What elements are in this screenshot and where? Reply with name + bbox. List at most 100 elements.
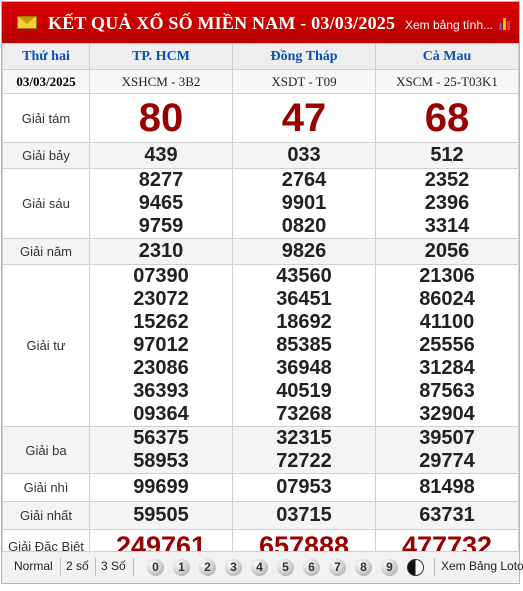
prize-number: 32904 xyxy=(419,403,475,425)
prize-row-8: Giải tám 80 47 68 xyxy=(2,93,519,143)
digit-5-button[interactable]: 5 xyxy=(277,559,294,576)
prize-number: 36948 xyxy=(276,357,332,379)
divider xyxy=(95,558,96,576)
page-title: KẾT QUẢ XỔ SỐ MIỀN NAM - 03/03/2025 xyxy=(48,13,396,33)
prize-number: 80 xyxy=(89,93,233,143)
mode-3-digit-button[interactable]: 3 Số xyxy=(101,559,126,573)
prize-number: 9759 xyxy=(138,215,184,237)
prize-number: 0820 xyxy=(281,215,327,237)
prize-number: 09364 xyxy=(133,403,189,425)
divider xyxy=(133,558,134,576)
province-hcm[interactable]: TP. HCM xyxy=(89,43,233,70)
ticket-code: XSCM - 25-T03K1 xyxy=(375,69,519,94)
digit-0-button[interactable]: 0 xyxy=(147,559,164,576)
prize-cell: 32315 72722 xyxy=(232,426,376,474)
province-header-row: Thứ hai TP. HCM Đồng Tháp Cà Mau xyxy=(2,43,519,70)
prize-number: 3314 xyxy=(424,215,470,237)
prize-cell: 2764 9901 0820 xyxy=(232,168,376,239)
prize-label: Giải nhì xyxy=(2,473,90,502)
prize-number: 18692 xyxy=(276,311,332,333)
prize-number: 58953 xyxy=(133,450,189,472)
prize-number: 29774 xyxy=(419,450,475,472)
prize-number: 2352 xyxy=(424,169,470,191)
prize-number: 56375 xyxy=(133,427,189,449)
view-table-link[interactable]: Xem bảng tính... xyxy=(405,18,493,32)
prize-label: Giải tư xyxy=(2,264,90,427)
prize-number: 03715 xyxy=(232,501,376,530)
mode-normal-button[interactable]: Normal xyxy=(14,559,53,573)
prize-cell: 2352 2396 3314 xyxy=(375,168,519,239)
digit-9-button[interactable]: 9 xyxy=(381,559,398,576)
prize-number: 07390 xyxy=(133,265,189,287)
prize-number: 86024 xyxy=(419,288,475,310)
view-loto-link[interactable]: Xem Bảng Loto xyxy=(441,559,523,573)
header-bar: KẾT QUẢ XỔ SỐ MIỀN NAM - 03/03/2025 Xem … xyxy=(2,2,519,43)
digit-8-button[interactable]: 8 xyxy=(355,559,372,576)
weekday-label: Thứ hai xyxy=(2,43,90,70)
prize-number: 43560 xyxy=(276,265,332,287)
province-dong-thap[interactable]: Đồng Tháp xyxy=(232,43,376,70)
divider xyxy=(60,558,61,576)
prize-number: 72722 xyxy=(276,450,332,472)
prize-number: 32315 xyxy=(276,427,332,449)
prize-number: 36451 xyxy=(276,288,332,310)
prize-number: 41100 xyxy=(419,311,475,333)
digit-6-button[interactable]: 6 xyxy=(303,559,320,576)
prize-number: 97012 xyxy=(133,334,189,356)
prize-row-2: Giải nhì 99699 07953 81498 xyxy=(2,473,519,502)
prize-cell: 39507 29774 xyxy=(375,426,519,474)
results-table: Thứ hai TP. HCM Đồng Tháp Cà Mau 03/03/2… xyxy=(2,43,519,564)
prize-row-6: Giải sáu 8277 9465 9759 2764 9901 0820 2… xyxy=(2,168,519,239)
prize-label: Giải ba xyxy=(2,426,90,474)
prize-cell: 56375 58953 xyxy=(89,426,233,474)
prize-label: Giải tám xyxy=(2,93,90,143)
prize-number: 2764 xyxy=(281,169,327,191)
prize-row-4: Giải tư 07390 23072 15262 97012 23086 36… xyxy=(2,264,519,427)
prize-number: 47 xyxy=(232,93,376,143)
prize-label: Giải bảy xyxy=(2,142,90,169)
divider xyxy=(434,558,435,576)
mode-2-digit-button[interactable]: 2 số xyxy=(66,559,89,573)
prize-number: 40519 xyxy=(276,380,332,402)
prize-number: 85385 xyxy=(276,334,332,356)
prize-cell: 21306 86024 41100 25556 31284 87563 3290… xyxy=(375,264,519,427)
prize-number: 15262 xyxy=(133,311,189,333)
prize-row-3: Giải ba 56375 58953 32315 72722 39507 29… xyxy=(2,426,519,474)
draw-date: 03/03/2025 xyxy=(2,69,90,94)
prize-number: 31284 xyxy=(419,357,475,379)
footer-toolbar: Normal 2 số 3 Số 0 1 2 3 4 5 6 7 8 9 Xem… xyxy=(2,551,523,583)
prize-number: 63731 xyxy=(375,501,519,530)
yin-yang-icon[interactable] xyxy=(407,559,424,576)
prize-number: 033 xyxy=(232,142,376,169)
digit-2-button[interactable]: 2 xyxy=(199,559,216,576)
ticket-code: XSHCM - 3B2 xyxy=(89,69,233,94)
ticket-code: XSDT - T09 xyxy=(232,69,376,94)
prize-number: 36393 xyxy=(133,380,189,402)
prize-row-5: Giải năm 2310 9826 2056 xyxy=(2,238,519,265)
prize-cell: 43560 36451 18692 85385 36948 40519 7326… xyxy=(232,264,376,427)
prize-label: Giải nhất xyxy=(2,501,90,530)
digit-1-button[interactable]: 1 xyxy=(173,559,190,576)
digit-3-button[interactable]: 3 xyxy=(225,559,242,576)
prize-number: 87563 xyxy=(419,380,475,402)
prize-number: 2056 xyxy=(375,238,519,265)
prize-number: 8277 xyxy=(138,169,184,191)
digit-4-button[interactable]: 4 xyxy=(251,559,268,576)
prize-cell: 8277 9465 9759 xyxy=(89,168,233,239)
prize-number: 9901 xyxy=(281,192,327,214)
prize-row-7: Giải bảy 439 033 512 xyxy=(2,142,519,169)
code-row: 03/03/2025 XSHCM - 3B2 XSDT - T09 XSCM -… xyxy=(2,69,519,94)
prize-number: 81498 xyxy=(375,473,519,502)
prize-number: 2310 xyxy=(89,238,233,265)
prize-cell: 07390 23072 15262 97012 23086 36393 0936… xyxy=(89,264,233,427)
prize-label: Giải sáu xyxy=(2,168,90,239)
prize-number: 68 xyxy=(375,93,519,143)
prize-number: 2396 xyxy=(424,192,470,214)
digit-7-button[interactable]: 7 xyxy=(329,559,346,576)
prize-number: 9465 xyxy=(138,192,184,214)
prize-number: 39507 xyxy=(419,427,475,449)
prize-number: 23086 xyxy=(133,357,189,379)
province-ca-mau[interactable]: Cà Mau xyxy=(375,43,519,70)
prize-number: 21306 xyxy=(419,265,475,287)
prize-number: 9826 xyxy=(232,238,376,265)
